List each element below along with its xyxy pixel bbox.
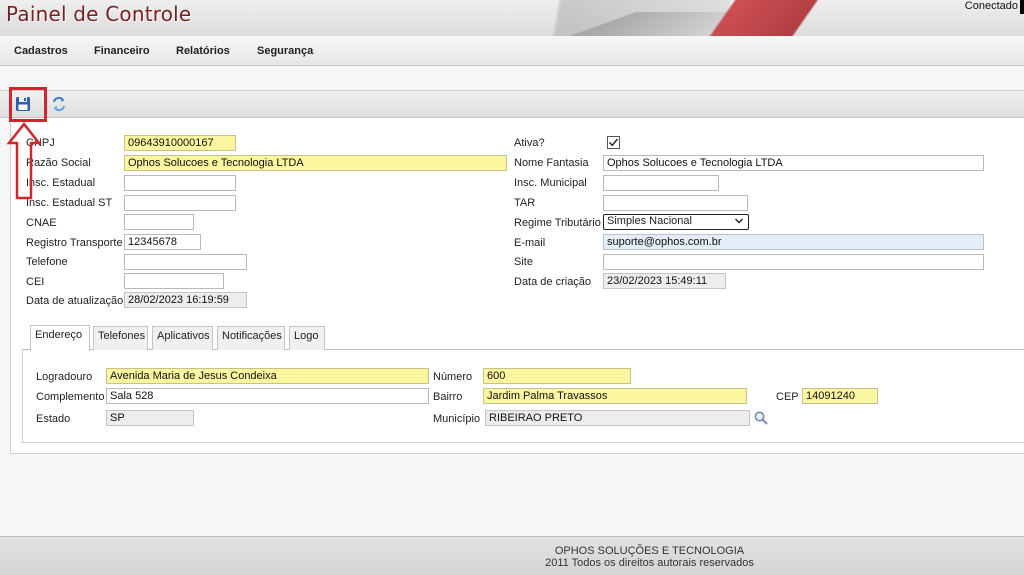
up-arrow-icon xyxy=(6,121,42,200)
tar-field[interactable] xyxy=(603,195,748,211)
address-tabs: Endereço Telefones Aplicativos Notificaç… xyxy=(22,324,1024,351)
registro-transporte-label: Registro Transporte xyxy=(26,237,123,249)
highlight-box xyxy=(9,87,47,122)
data-atualizacao-field: 28/02/2023 16:19:59 xyxy=(124,292,247,308)
header-decoration xyxy=(610,0,860,36)
insc-estadual-field[interactable] xyxy=(124,175,236,191)
data-atualizacao-label: Data de atualização xyxy=(26,295,124,307)
tab-endereco[interactable]: Endereço xyxy=(30,325,90,351)
nome-fantasia-field[interactable]: Ophos Solucoes e Tecnologia LTDA xyxy=(603,155,984,171)
app-header: Painel de Controle Conectado xyxy=(0,0,1024,36)
logradouro-field[interactable]: Avenida Maria de Jesus Condeixa xyxy=(106,368,429,384)
logradouro-label: Logradouro xyxy=(36,371,93,383)
estado-field[interactable]: SP xyxy=(106,410,194,426)
email-field[interactable]: suporte@ophos.com.br xyxy=(603,234,984,250)
ativa-label: Ativa? xyxy=(514,137,545,149)
ativa-checkbox[interactable] xyxy=(607,136,620,149)
registro-transporte-field[interactable]: 12345678 xyxy=(124,234,201,250)
tab-telefones[interactable]: Telefones xyxy=(93,326,148,350)
telefone-label: Telefone xyxy=(26,256,68,268)
footer-company: OPHOS SOLUÇÕES E TECNOLOGIA xyxy=(554,545,745,557)
complemento-field[interactable]: Sala 528 xyxy=(106,388,429,404)
numero-field[interactable]: 600 xyxy=(483,368,631,384)
cep-label: CEP xyxy=(776,391,799,403)
cei-field[interactable] xyxy=(124,273,224,289)
tab-logo[interactable]: Logo xyxy=(289,326,325,350)
data-criacao-field: 23/02/2023 15:49:11 xyxy=(603,273,726,289)
razao-social-field[interactable]: Ophos Solucoes e Tecnologia LTDA xyxy=(124,155,507,171)
tab-aplicativos[interactable]: Aplicativos xyxy=(152,326,213,350)
cnpj-field[interactable]: 09643910000167 xyxy=(124,135,236,151)
footer: OPHOS SOLUÇÕES E TECNOLOGIA 2011 Todos o… xyxy=(0,536,1024,575)
app-title: Painel de Controle xyxy=(6,2,192,26)
site-label: Site xyxy=(514,256,533,268)
cei-label: CEI xyxy=(26,276,45,288)
main-menu: Cadastros Financeiro Relatórios Seguranç… xyxy=(0,36,1024,66)
cnae-label: CNAE xyxy=(26,217,57,229)
menu-seguranca[interactable]: Segurança xyxy=(257,45,313,57)
telefone-field[interactable] xyxy=(124,254,247,270)
insc-municipal-field[interactable] xyxy=(603,175,719,191)
status-indicator xyxy=(1020,0,1024,14)
site-field[interactable] xyxy=(603,254,984,270)
bairro-label: Bairro xyxy=(433,391,463,403)
regime-tributario-value: Simples Nacional xyxy=(607,215,692,227)
checkmark-icon xyxy=(609,138,619,147)
chevron-down-icon xyxy=(735,218,743,224)
email-label: E-mail xyxy=(514,237,546,249)
estado-label: Estado xyxy=(36,413,71,425)
numero-label: Número xyxy=(433,371,473,383)
nome-fantasia-label: Nome Fantasia xyxy=(514,157,589,169)
municipio-field[interactable]: RIBEIRAO PRETO xyxy=(485,410,750,426)
regime-tributario-label: Regime Tributário xyxy=(514,217,601,229)
menu-relatorios[interactable]: Relatórios xyxy=(176,45,230,57)
menu-cadastros[interactable]: Cadastros xyxy=(14,45,68,57)
municipio-search-button[interactable] xyxy=(753,410,769,426)
bairro-field[interactable]: Jardim Palma Travassos xyxy=(483,388,747,404)
regime-tributario-select[interactable]: Simples Nacional xyxy=(603,214,749,230)
cep-field[interactable]: 14091240 xyxy=(802,388,878,404)
insc-estadual-st-field[interactable] xyxy=(124,195,236,211)
tab-notificacoes[interactable]: Notificações xyxy=(217,326,285,350)
tar-label: TAR xyxy=(514,197,536,209)
insc-municipal-label: Insc. Municipal xyxy=(514,177,587,189)
footer-copyright: 2011 Todos os direitos autorais reservad… xyxy=(545,557,754,569)
menu-financeiro[interactable]: Financeiro xyxy=(94,45,150,57)
refresh-icon xyxy=(53,96,65,112)
data-criacao-label: Data de criação xyxy=(514,276,592,288)
connection-status: Conectado xyxy=(964,0,1018,12)
complemento-label: Complemento xyxy=(36,391,105,403)
cnae-field[interactable] xyxy=(124,214,194,230)
refresh-button[interactable] xyxy=(50,95,68,113)
search-icon xyxy=(754,411,768,425)
municipio-label: Município xyxy=(433,413,481,425)
toolbar xyxy=(0,90,1024,118)
